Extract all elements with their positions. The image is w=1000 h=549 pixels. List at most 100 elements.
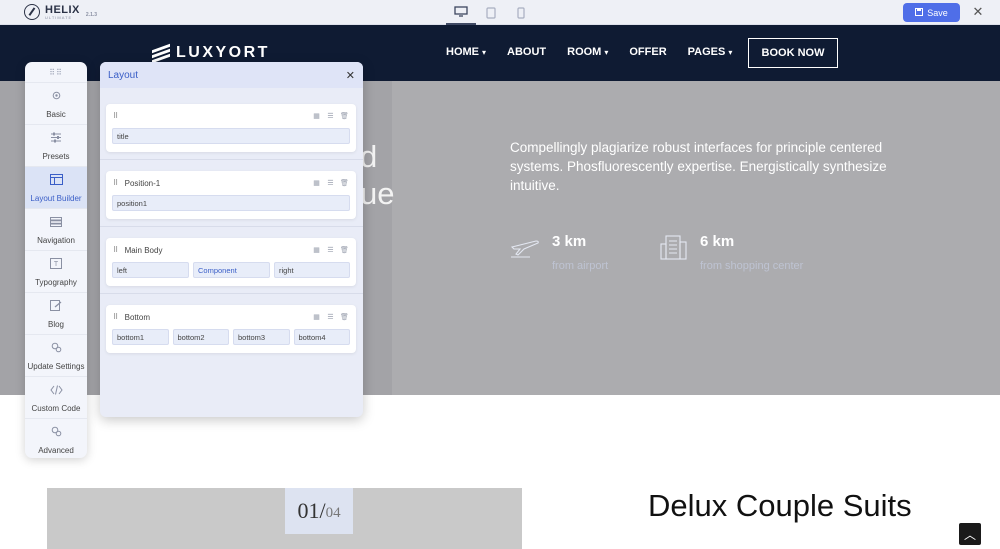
hero-heading: d ue <box>360 138 394 212</box>
sidebar-item-basic[interactable]: Basic <box>25 82 87 124</box>
columns-icon[interactable]: ▦ <box>312 112 321 121</box>
panel-header: Layout ✕ <box>100 62 363 88</box>
stat-label: from airport <box>552 260 609 272</box>
tablet-icon[interactable] <box>476 0 506 25</box>
layout-row: ⠿ Main Body ▦ ☰ 🗑 left Component right <box>100 227 363 294</box>
columns-icon[interactable]: ▦ <box>312 179 321 188</box>
trash-icon[interactable]: 🗑 <box>340 246 349 255</box>
layout-column[interactable]: left <box>112 262 189 278</box>
settings-icon[interactable]: ☰ <box>326 112 335 121</box>
sliders-icon <box>50 130 62 148</box>
layout-column[interactable]: Component <box>193 262 270 278</box>
nav-label: PAGES <box>687 46 726 58</box>
brand-mark-icon <box>152 43 170 64</box>
main-nav: HOME ▾ ABOUT ROOM ▾ OFFER PAGES ▾ <box>446 46 753 58</box>
update-icon <box>51 340 62 358</box>
trash-icon[interactable]: 🗑 <box>340 112 349 121</box>
layout-column[interactable]: bottom4 <box>293 329 350 345</box>
room-gallery: 01 / 04 <box>47 488 522 549</box>
drag-handle-icon[interactable]: ⠿ <box>113 179 119 187</box>
row-card: ⠿ Main Body ▦ ☰ 🗑 left Component right <box>106 238 356 286</box>
sidebar-item-typography[interactable]: T Typography <box>25 250 87 292</box>
chevron-down-icon: ▾ <box>604 47 609 57</box>
slide-total: 04 <box>325 505 341 521</box>
svg-text:T: T <box>54 261 59 268</box>
code-icon <box>49 382 63 400</box>
hero-heading-line: ue <box>360 176 395 211</box>
sidebar-item-layout-builder[interactable]: Layout Builder <box>25 166 87 208</box>
nav-label: OFFER <box>629 46 667 58</box>
close-icon[interactable]: ✕ <box>346 69 355 82</box>
panel-title: Layout <box>108 69 139 81</box>
device-switcher <box>446 0 536 25</box>
brand-name: LUXYORT <box>176 44 270 61</box>
trash-icon[interactable]: 🗑 <box>340 179 349 188</box>
site-logo[interactable]: LUXYORT <box>152 43 270 64</box>
columns-icon[interactable]: ▦ <box>312 246 321 255</box>
sidebar-item-blog[interactable]: Blog <box>25 292 87 334</box>
layout-column[interactable]: position1 <box>112 195 350 211</box>
stat-shopping: 6 km from shopping center <box>660 233 803 272</box>
nav-item-about[interactable]: ABOUT <box>507 46 546 58</box>
layout-panel: Layout ✕ ⠿ ▦ ☰ 🗑 title ⠿ Position-1 ▦ ☰ … <box>100 62 363 417</box>
sidebar-label: Custom Code <box>31 404 81 413</box>
nav-item-pages[interactable]: PAGES ▾ <box>688 46 733 58</box>
drag-handle-icon[interactable]: ⠿ <box>113 313 119 321</box>
helix-logo-icon <box>24 4 40 20</box>
slide-counter: 01 / 04 <box>285 488 353 534</box>
chevron-up-icon: ︿ <box>963 527 976 542</box>
trash-icon[interactable]: 🗑 <box>340 313 349 322</box>
nav-item-offer[interactable]: OFFER <box>629 46 666 58</box>
layout-row: ⠿ Position-1 ▦ ☰ 🗑 position1 <box>100 160 363 227</box>
nav-item-room[interactable]: ROOM ▾ <box>567 46 608 58</box>
chevron-down-icon: ▾ <box>482 47 487 57</box>
sidebar-item-advanced[interactable]: Advanced <box>25 418 87 460</box>
close-icon[interactable]: ✕ <box>970 4 986 20</box>
menu-icon <box>50 214 62 232</box>
layout-column[interactable]: bottom1 <box>112 329 169 345</box>
book-now-button[interactable]: BOOK NOW <box>748 38 838 68</box>
sidebar-item-update-settings[interactable]: Update Settings <box>25 334 87 376</box>
drag-handle-icon[interactable]: ⠿⠿ <box>25 62 87 82</box>
settings-icon[interactable]: ☰ <box>326 246 335 255</box>
sidebar-label: Typography <box>35 278 77 287</box>
logo-subtitle: ULTIMATE <box>45 14 73 20</box>
sidebar-item-custom-code[interactable]: Custom Code <box>25 376 87 418</box>
room-title: Delux Couple Suits <box>648 488 912 523</box>
building-icon <box>660 233 688 266</box>
sidebar-item-presets[interactable]: Presets <box>25 124 87 166</box>
drag-handle-icon[interactable]: ⠿ <box>113 112 119 120</box>
sidebar-item-navigation[interactable]: Navigation <box>25 208 87 250</box>
advanced-icon <box>51 424 62 442</box>
edit-icon <box>50 298 62 316</box>
desktop-icon[interactable] <box>446 0 476 25</box>
nav-label: ROOM <box>567 46 602 58</box>
sidebar-label: Update Settings <box>27 362 85 371</box>
settings-icon[interactable]: ☰ <box>326 179 335 188</box>
layout-column[interactable]: right <box>274 262 350 278</box>
sidebar-label: Advanced <box>38 446 74 455</box>
layout-column[interactable]: bottom2 <box>172 329 229 345</box>
hero-paragraph: Compellingly plagiarize robust interface… <box>510 140 887 193</box>
columns-icon[interactable]: ▦ <box>312 313 321 322</box>
mobile-icon[interactable] <box>506 0 536 25</box>
nav-label: HOME <box>446 46 479 58</box>
version-label: 2.1.3 <box>85 12 98 18</box>
layout-column[interactable]: title <box>112 128 350 144</box>
sidebar-label: Blog <box>47 320 64 329</box>
hero-heading-line: d <box>360 139 378 174</box>
layout-column[interactable]: bottom3 <box>233 329 290 345</box>
sidebar-label: Navigation <box>37 236 75 245</box>
layout-row: ⠿ Bottom ▦ ☰ 🗑 bottom1 bottom2 bottom3 b… <box>100 294 363 362</box>
nav-item-home[interactable]: HOME ▾ <box>446 46 486 58</box>
save-button[interactable]: Save <box>903 3 960 22</box>
row-name: Position-1 <box>124 178 161 188</box>
row-name: Bottom <box>124 312 150 322</box>
chevron-down-icon: ▾ <box>728 47 733 57</box>
airplane-icon <box>510 233 540 264</box>
row-card: ⠿ Position-1 ▦ ☰ 🗑 position1 <box>106 171 356 219</box>
scroll-top-button[interactable]: ︿ <box>959 523 981 545</box>
drag-handle-icon[interactable]: ⠿ <box>113 246 119 254</box>
settings-icon[interactable]: ☰ <box>326 313 335 322</box>
stat-value: 6 km <box>700 233 735 250</box>
